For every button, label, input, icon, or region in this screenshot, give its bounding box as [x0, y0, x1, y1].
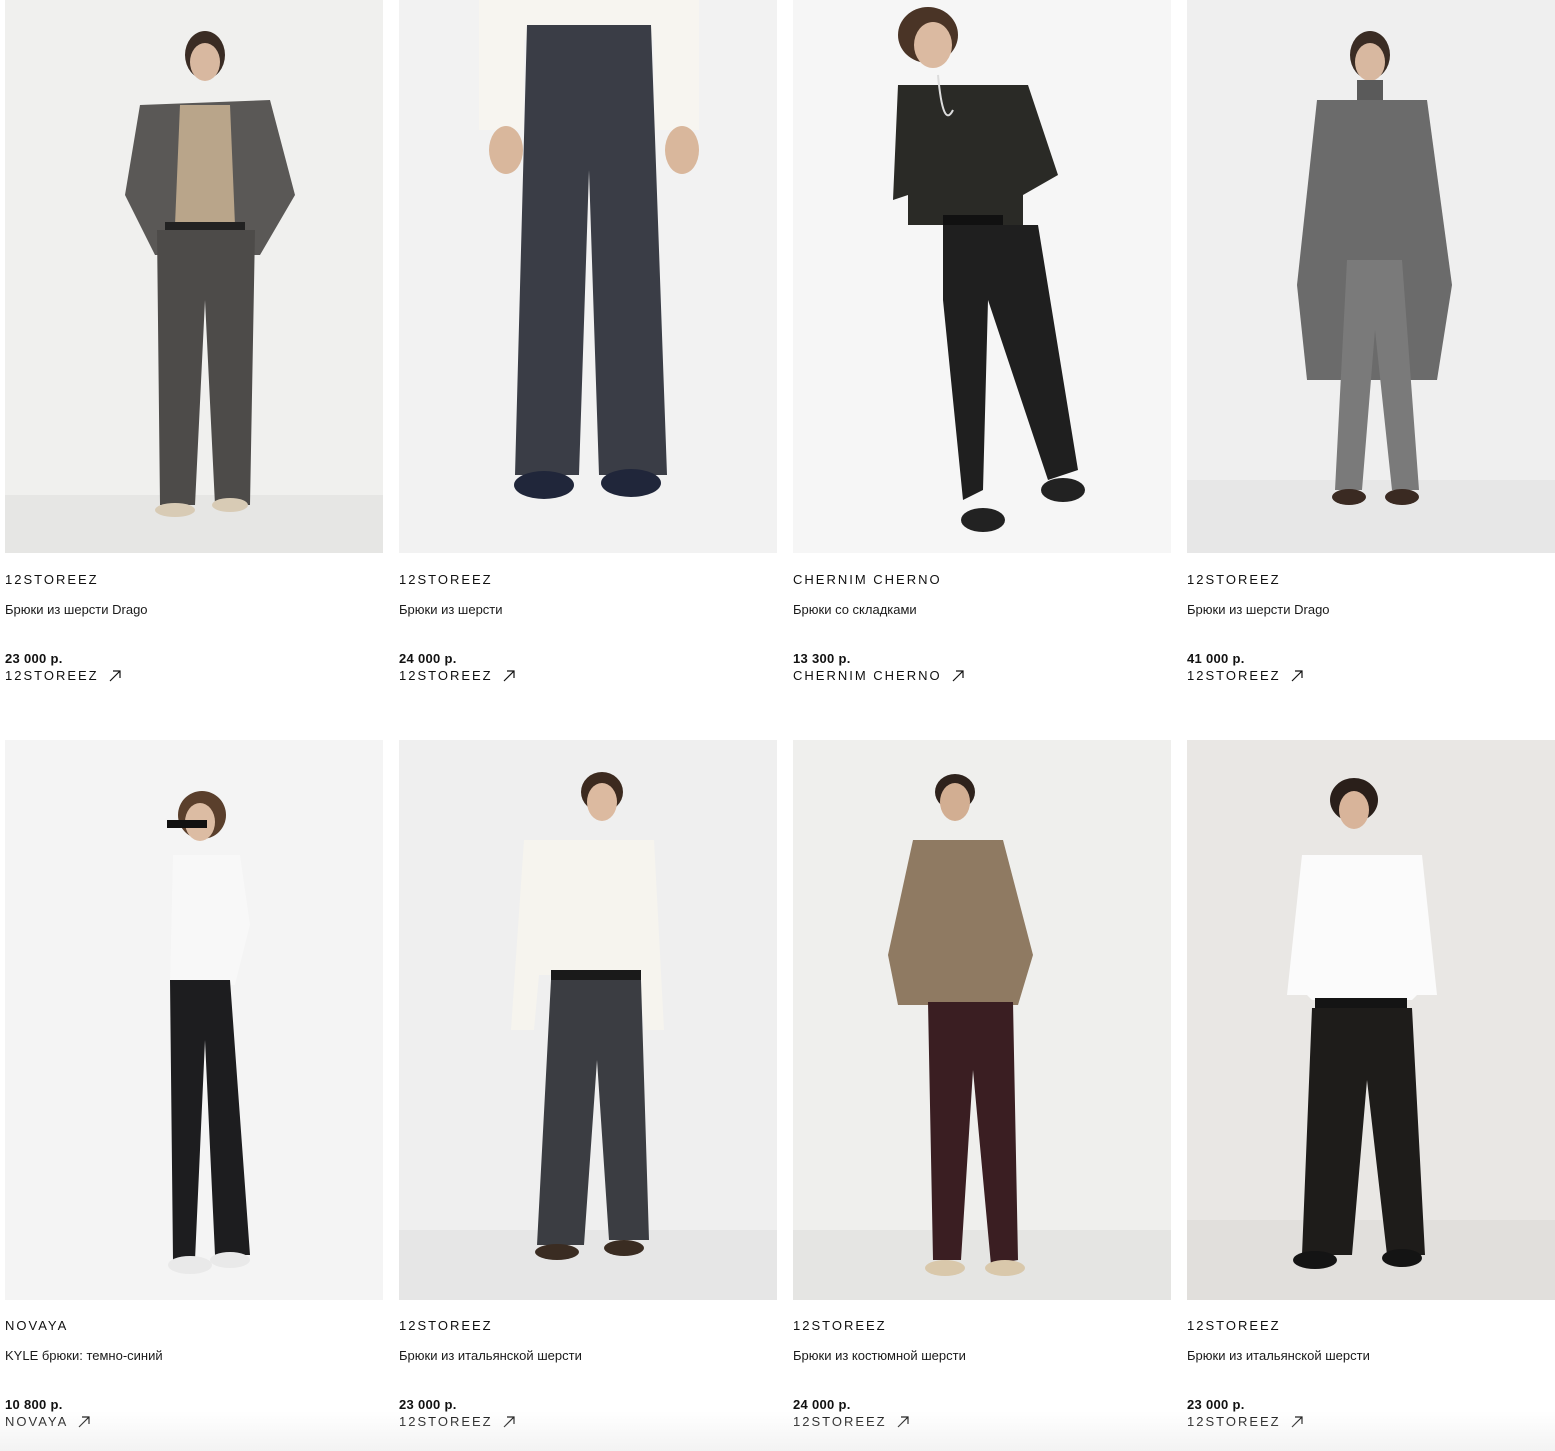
product-price: 13 300 р. [793, 651, 851, 666]
product-price: 24 000 р. [399, 651, 457, 666]
arrow-up-right-icon [78, 1416, 90, 1428]
shop-link-label: 12STOREEZ [793, 1414, 887, 1429]
product-card[interactable]: 12STOREEZ Брюки из шерсти 24 000 р. 12ST… [399, 0, 777, 685]
product-title[interactable]: Брюки из шерсти Drago [1187, 602, 1555, 618]
product-card[interactable]: 12STOREEZ Брюки из шерсти Drago 23 000 р… [5, 0, 383, 685]
product-price: 23 000 р. [5, 651, 63, 666]
shop-link[interactable]: 12STOREEZ [1187, 667, 1555, 685]
model-mesh-tee-black-trousers-image [793, 0, 1171, 553]
arrow-up-right-icon [503, 670, 515, 682]
product-brand: CHERNIM CHERNO [793, 572, 942, 587]
shop-link-label: NOVAYA [5, 1414, 69, 1429]
product-brand: 12STOREEZ [793, 1318, 887, 1333]
model-beige-polo-burgundy-trousers-image [793, 740, 1171, 1300]
shop-link[interactable]: 12STOREEZ [5, 667, 383, 685]
product-brand: 12STOREEZ [1187, 572, 1281, 587]
shop-link-label: 12STOREEZ [5, 668, 99, 683]
arrow-up-right-icon [897, 1416, 909, 1428]
shop-link-label: 12STOREEZ [399, 668, 493, 683]
product-image[interactable] [793, 0, 1171, 553]
product-price: 10 800 р. [5, 1397, 63, 1412]
product-brand: 12STOREEZ [399, 572, 493, 587]
product-card[interactable]: 12STOREEZ Брюки из костюмной шерсти 24 0… [793, 740, 1171, 1431]
arrow-up-right-icon [1291, 670, 1303, 682]
product-brand: 12STOREEZ [399, 1318, 493, 1333]
model-white-tee-black-trousers-image [5, 740, 383, 1300]
model-white-shirt-black-trousers-image [1187, 740, 1555, 1300]
product-card[interactable]: NOVAYA KYLE брюки: темно-синий 10 800 р.… [5, 740, 383, 1431]
arrow-up-right-icon [1291, 1416, 1303, 1428]
product-title[interactable]: Брюки из шерсти [399, 602, 777, 618]
arrow-up-right-icon [952, 670, 964, 682]
shop-link[interactable]: CHERNIM CHERNO [793, 667, 1171, 685]
navy-wide-trousers-image [399, 0, 777, 553]
product-card[interactable]: 12STOREEZ Брюки из шерсти Drago 41 000 р… [1187, 0, 1555, 685]
product-image[interactable] [5, 0, 383, 553]
product-image[interactable] [793, 740, 1171, 1300]
product-image[interactable] [399, 740, 777, 1300]
shop-link-label: 12STOREEZ [399, 1414, 493, 1429]
product-card[interactable]: 12STOREEZ Брюки из итальянской шерсти 23… [1187, 740, 1555, 1431]
product-card[interactable]: 12STOREEZ Брюки из итальянской шерсти 23… [399, 740, 777, 1431]
shop-link-label: 12STOREEZ [1187, 1414, 1281, 1429]
product-title[interactable]: KYLE брюки: темно-синий [5, 1348, 383, 1364]
shop-link[interactable]: 12STOREEZ [793, 1413, 1171, 1431]
product-title[interactable]: Брюки из итальянской шерсти [1187, 1348, 1555, 1364]
shop-link[interactable]: 12STOREEZ [399, 667, 777, 685]
product-grid: 12STOREEZ Брюки из шерсти Drago 23 000 р… [0, 0, 1555, 1451]
product-image[interactable] [5, 740, 383, 1300]
product-title[interactable]: Брюки из костюмной шерсти [793, 1348, 1171, 1364]
product-title[interactable]: Брюки из шерсти Drago [5, 602, 383, 618]
shop-link-label: CHERNIM CHERNO [793, 668, 942, 683]
product-brand: 12STOREEZ [1187, 1318, 1281, 1333]
product-brand: NOVAYA [5, 1318, 69, 1333]
shop-link-label: 12STOREEZ [1187, 668, 1281, 683]
shop-link[interactable]: 12STOREEZ [399, 1413, 777, 1431]
product-card[interactable]: CHERNIM CHERNO Брюки со складками 13 300… [793, 0, 1171, 685]
product-price: 23 000 р. [399, 1397, 457, 1412]
model-grey-suit-jacket-image [5, 0, 383, 553]
arrow-up-right-icon [109, 670, 121, 682]
product-price: 24 000 р. [793, 1397, 851, 1412]
product-price: 23 000 р. [1187, 1397, 1245, 1412]
arrow-up-right-icon [503, 1416, 515, 1428]
shop-link[interactable]: NOVAYA [5, 1413, 383, 1431]
product-image[interactable] [1187, 0, 1555, 553]
model-white-shirt-charcoal-trousers-image [399, 740, 777, 1300]
model-grey-coat-image [1187, 0, 1555, 553]
product-title[interactable]: Брюки из итальянской шерсти [399, 1348, 777, 1364]
product-title[interactable]: Брюки со складками [793, 602, 1171, 618]
product-price: 41 000 р. [1187, 651, 1245, 666]
product-brand: 12STOREEZ [5, 572, 99, 587]
shop-link[interactable]: 12STOREEZ [1187, 1413, 1555, 1431]
product-image[interactable] [1187, 740, 1555, 1300]
product-image[interactable] [399, 0, 777, 553]
